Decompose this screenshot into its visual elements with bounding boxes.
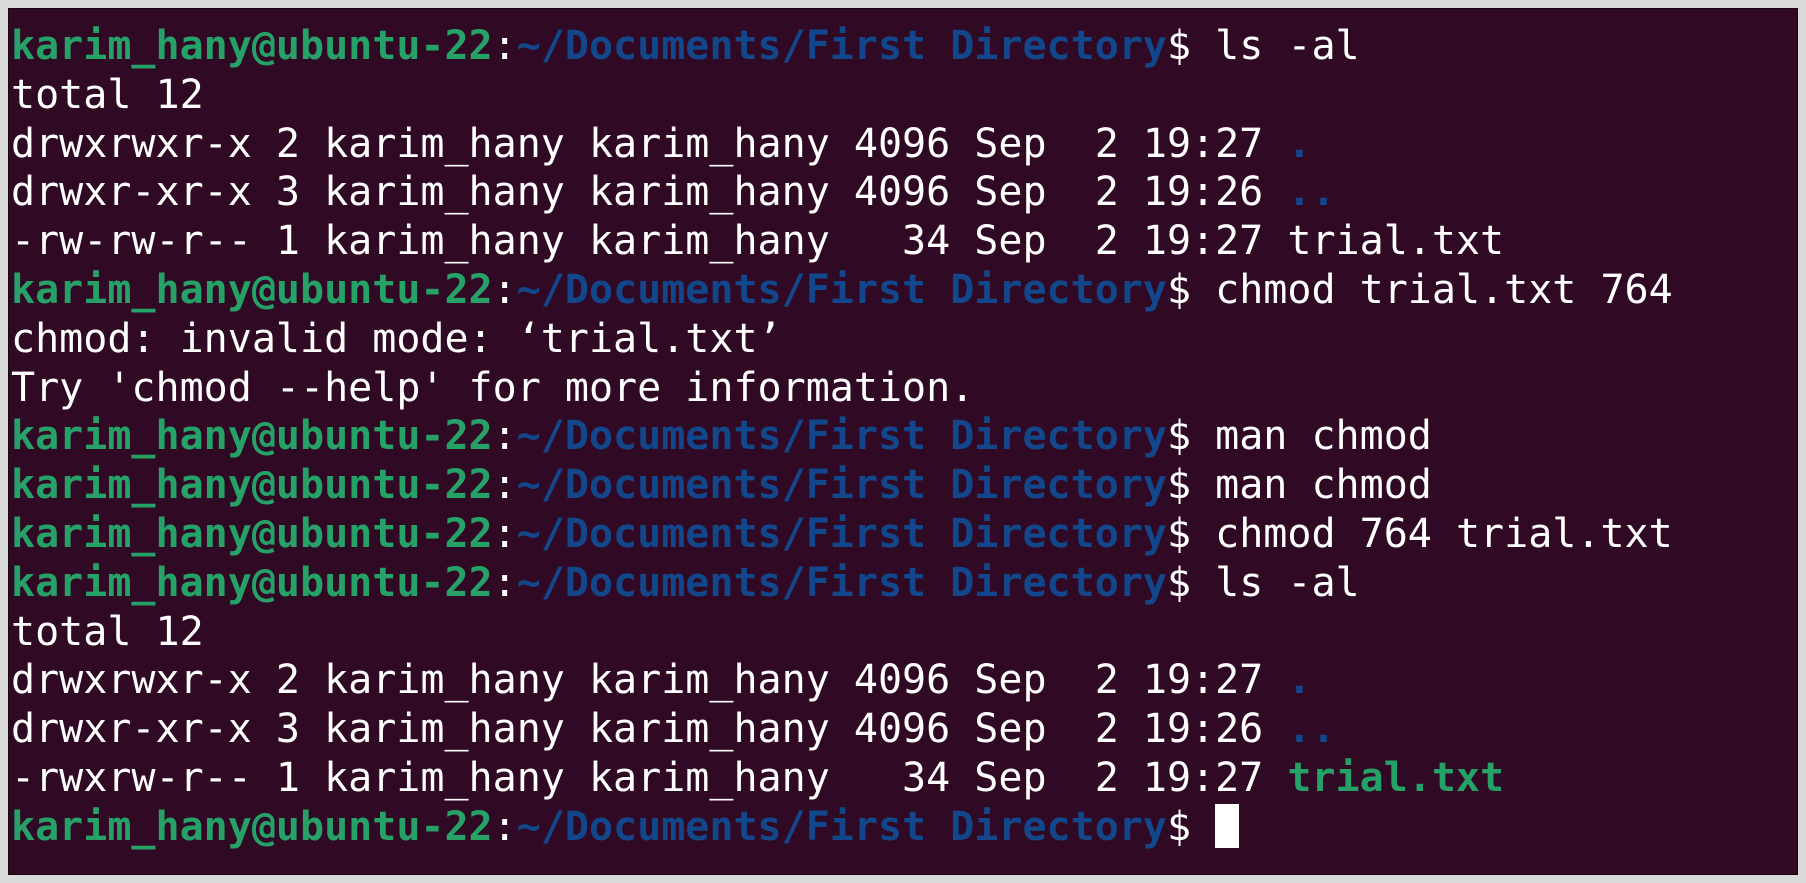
prompt-path: ~/Documents/First Directory bbox=[516, 559, 1167, 606]
prompt-user-host: karim_hany@ubuntu-22 bbox=[11, 266, 493, 313]
prompt-symbol: $ bbox=[1166, 510, 1216, 557]
text-cursor[interactable] bbox=[1215, 803, 1240, 848]
file-name: . bbox=[1287, 657, 1312, 704]
listing-line: -rwxrw-r-- 1 karim_hany karim_hany 34 Se… bbox=[11, 754, 1797, 803]
prompt-path: ~/Documents/First Directory bbox=[516, 413, 1167, 460]
prompt-path: ~/Documents/First Directory bbox=[516, 23, 1167, 69]
command-text: man chmod bbox=[1215, 413, 1432, 460]
prompt-separator: : bbox=[492, 413, 517, 460]
prompt-symbol: $ bbox=[1166, 559, 1216, 606]
prompt-separator: : bbox=[492, 462, 517, 509]
prompt-separator: : bbox=[492, 23, 517, 69]
output-line: Try 'chmod --help' for more information. bbox=[11, 364, 1797, 413]
command-text: ls -al bbox=[1215, 559, 1360, 606]
prompt-path: ~/Documents/First Directory bbox=[516, 510, 1167, 557]
prompt-line: karim_hany@ubuntu-22:~/Documents/First D… bbox=[11, 559, 1797, 608]
output-line: chmod: invalid mode: ‘trial.txt’ bbox=[11, 315, 1797, 364]
prompt-line: karim_hany@ubuntu-22:~/Documents/First D… bbox=[11, 22, 1797, 71]
prompt-line: karim_hany@ubuntu-22:~/Documents/First D… bbox=[11, 803, 1797, 852]
command-text: man chmod bbox=[1215, 462, 1432, 509]
listing-details: -rwxrw-r-- 1 karim_hany karim_hany 34 Se… bbox=[11, 754, 1288, 801]
output-line: total 12 bbox=[11, 608, 1797, 657]
listing-line: -rw-rw-r-- 1 karim_hany karim_hany 34 Se… bbox=[11, 217, 1797, 266]
prompt-user-host: karim_hany@ubuntu-22 bbox=[11, 23, 493, 69]
prompt-line: karim_hany@ubuntu-22:~/Documents/First D… bbox=[11, 412, 1797, 461]
prompt-separator: : bbox=[492, 510, 517, 557]
file-name: .. bbox=[1287, 706, 1336, 753]
prompt-line: karim_hany@ubuntu-22:~/Documents/First D… bbox=[11, 510, 1797, 559]
prompt-symbol: $ bbox=[1166, 462, 1216, 509]
prompt-path: ~/Documents/First Directory bbox=[516, 803, 1167, 850]
file-name: trial.txt bbox=[1287, 218, 1505, 265]
prompt-user-host: karim_hany@ubuntu-22 bbox=[11, 462, 493, 509]
prompt-user-host: karim_hany@ubuntu-22 bbox=[11, 803, 493, 850]
prompt-user-host: karim_hany@ubuntu-22 bbox=[11, 413, 493, 460]
prompt-line: karim_hany@ubuntu-22:~/Documents/First D… bbox=[11, 461, 1797, 510]
file-name: .. bbox=[1287, 169, 1336, 216]
listing-details: drwxr-xr-x 3 karim_hany karim_hany 4096 … bbox=[11, 169, 1288, 216]
prompt-user-host: karim_hany@ubuntu-22 bbox=[11, 559, 493, 606]
listing-details: drwxrwxr-x 2 karim_hany karim_hany 4096 … bbox=[11, 657, 1288, 704]
listing-line: drwxr-xr-x 3 karim_hany karim_hany 4096 … bbox=[11, 705, 1797, 754]
terminal-window[interactable]: karim_hany@ubuntu-22:~/Documents/First D… bbox=[8, 8, 1798, 875]
prompt-path: ~/Documents/First Directory bbox=[516, 462, 1167, 509]
output-line: total 12 bbox=[11, 71, 1797, 120]
file-name: . bbox=[1287, 120, 1312, 167]
file-name: trial.txt bbox=[1287, 754, 1505, 801]
listing-details: drwxr-xr-x 3 karim_hany karim_hany 4096 … bbox=[11, 706, 1288, 753]
command-text: chmod trial.txt 764 bbox=[1215, 266, 1673, 313]
prompt-symbol: $ bbox=[1166, 266, 1216, 313]
prompt-symbol: $ bbox=[1166, 803, 1216, 850]
listing-line: drwxrwxr-x 2 karim_hany karim_hany 4096 … bbox=[11, 120, 1797, 169]
output-text: chmod: invalid mode: ‘trial.txt’ bbox=[11, 315, 782, 362]
prompt-symbol: $ bbox=[1166, 413, 1216, 460]
terminal-output[interactable]: karim_hany@ubuntu-22:~/Documents/First D… bbox=[11, 22, 1797, 874]
output-text: total 12 bbox=[11, 71, 204, 118]
command-text: chmod 764 trial.txt bbox=[1215, 510, 1673, 557]
prompt-separator: : bbox=[492, 266, 517, 313]
command-text: ls -al bbox=[1215, 23, 1360, 69]
prompt-user-host: karim_hany@ubuntu-22 bbox=[11, 510, 493, 557]
prompt-line: karim_hany@ubuntu-22:~/Documents/First D… bbox=[11, 266, 1797, 315]
listing-line: drwxr-xr-x 3 karim_hany karim_hany 4096 … bbox=[11, 168, 1797, 217]
listing-details: drwxrwxr-x 2 karim_hany karim_hany 4096 … bbox=[11, 120, 1288, 167]
prompt-separator: : bbox=[492, 559, 517, 606]
prompt-symbol: $ bbox=[1166, 23, 1216, 69]
listing-details: -rw-rw-r-- 1 karim_hany karim_hany 34 Se… bbox=[11, 218, 1288, 265]
prompt-separator: : bbox=[492, 803, 517, 850]
output-text: Try 'chmod --help' for more information. bbox=[11, 364, 975, 411]
listing-line: drwxrwxr-x 2 karim_hany karim_hany 4096 … bbox=[11, 656, 1797, 705]
output-text: total 12 bbox=[11, 608, 204, 655]
prompt-path: ~/Documents/First Directory bbox=[516, 266, 1167, 313]
